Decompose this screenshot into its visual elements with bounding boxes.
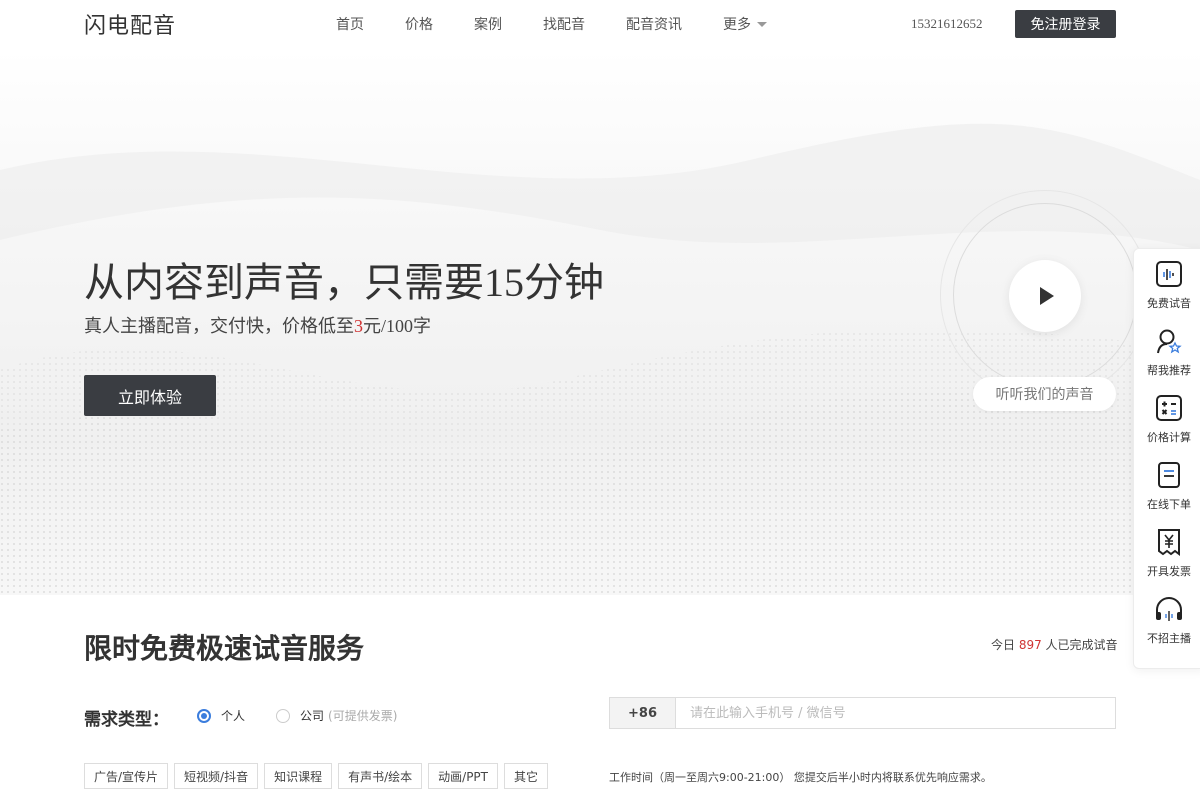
radio-dot	[276, 708, 290, 723]
subtitle-price: 3	[354, 316, 363, 336]
phone-wechat-input[interactable]	[676, 698, 1115, 728]
work-time-note: 工作时间（周一至周六9:00-21:00） 您提交后半小时内将联系优先响应需求。	[609, 771, 992, 784]
contact-phone: 15321612652	[911, 16, 983, 31]
sidebar-item-order-online[interactable]: 在线下单	[1134, 460, 1200, 524]
tag-short-video[interactable]: 短视频/抖音	[174, 763, 259, 789]
sidebar-item-label: 免费试音	[1147, 297, 1191, 310]
voice-player	[940, 190, 1150, 400]
radio-company[interactable]: 公司 (可提供发票)	[276, 707, 397, 724]
sidebar-item-label: 开具发票	[1147, 565, 1191, 578]
radio-dot-selected	[197, 708, 211, 723]
main-nav: 首页 价格 案例 找配音 配音资讯 更多	[336, 14, 808, 34]
today-prefix: 今日	[991, 638, 1019, 652]
user-star-icon	[1154, 326, 1184, 356]
sidebar-item-free-trial[interactable]: 免费试音	[1134, 259, 1200, 323]
sidebar-item-label: 价格计算	[1147, 431, 1191, 444]
logo-text: 闪电配音	[84, 14, 177, 39]
play-icon	[1040, 287, 1054, 305]
tag-audiobook[interactable]: 有声书/绘本	[338, 763, 423, 789]
radio-personal-label: 个人	[221, 709, 246, 723]
headphones-icon	[1154, 594, 1184, 624]
listen-our-voice-label[interactable]: 听听我们的声音	[973, 377, 1116, 411]
sidebar-item-recruit-anchor[interactable]: 不招主播	[1134, 594, 1200, 658]
floating-sidebar: 免费试音 帮我推荐 价格计算 在线下单 开具发票 不招主播	[1133, 248, 1200, 669]
subtitle-text: 真人主播配音，交付快，价格低至	[84, 316, 354, 336]
subtitle-unit: 元/100字	[363, 316, 432, 336]
nav-find-voice-label: 找配音	[543, 17, 585, 33]
chevron-down-icon	[757, 21, 767, 27]
nav-price-label: 价格	[405, 17, 433, 33]
login-button[interactable]: 免注册登录	[1015, 10, 1116, 38]
radio-company-label: 公司	[300, 709, 325, 723]
demand-tags: 广告/宣传片 短视频/抖音 知识课程 有声书/绘本 动画/PPT 其它	[84, 763, 554, 789]
sidebar-item-label: 不招主播	[1147, 632, 1191, 645]
calculator-icon	[1154, 393, 1184, 423]
trial-section-title: 限时免费极速试音服务	[84, 632, 365, 665]
today-count-number: 897	[1018, 638, 1042, 652]
radio-company-hint: (可提供发票)	[328, 709, 398, 723]
nav-home-label: 首页	[336, 17, 364, 33]
nav-more-label: 更多	[723, 17, 751, 33]
nav-news[interactable]: 配音资讯	[626, 14, 682, 34]
phone-input-group: +86	[609, 697, 1116, 729]
site-logo[interactable]: 闪电配音	[84, 10, 177, 39]
invoice-yen-icon	[1154, 527, 1184, 557]
nav-find-voice[interactable]: 找配音	[543, 14, 585, 34]
audio-wave-icon	[1154, 259, 1184, 289]
today-suffix: 人已完成试音	[1041, 638, 1118, 652]
hero-banner: 从内容到声音，只需要15分钟 真人主播配音，交付快，价格低至3元/100字 立即…	[0, 50, 1200, 595]
document-icon	[1154, 460, 1184, 490]
demand-type-label: 需求类型：	[84, 710, 169, 730]
nav-cases[interactable]: 案例	[474, 14, 502, 34]
today-trial-count: 今日 897 人已完成试音	[991, 636, 1118, 653]
top-header: 闪电配音 首页 价格 案例 找配音 配音资讯 更多 15321612652 免注…	[0, 0, 1200, 50]
hero-title: 从内容到声音，只需要15分钟	[84, 260, 604, 305]
hero-subtitle: 真人主播配音，交付快，价格低至3元/100字	[84, 312, 431, 338]
tag-animation-ppt[interactable]: 动画/PPT	[428, 763, 499, 789]
play-button[interactable]	[1009, 260, 1081, 332]
nav-more[interactable]: 更多	[723, 14, 767, 34]
tag-advertisement[interactable]: 广告/宣传片	[84, 763, 169, 789]
radio-personal[interactable]: 个人	[197, 707, 245, 724]
tag-knowledge-course[interactable]: 知识课程	[264, 763, 333, 789]
sidebar-item-recommend[interactable]: 帮我推荐	[1134, 326, 1200, 390]
nav-cases-label: 案例	[474, 17, 502, 33]
nav-home[interactable]: 首页	[336, 14, 364, 34]
tag-other[interactable]: 其它	[504, 763, 549, 789]
country-code-selector[interactable]: +86	[610, 698, 676, 728]
nav-price[interactable]: 价格	[405, 14, 433, 34]
sidebar-item-label: 帮我推荐	[1147, 364, 1191, 377]
sidebar-item-invoice[interactable]: 开具发票	[1134, 527, 1200, 591]
nav-news-label: 配音资讯	[626, 17, 682, 33]
sidebar-item-price-calc[interactable]: 价格计算	[1134, 393, 1200, 457]
sidebar-item-label: 在线下单	[1147, 498, 1191, 511]
try-now-button[interactable]: 立即体验	[84, 375, 216, 416]
